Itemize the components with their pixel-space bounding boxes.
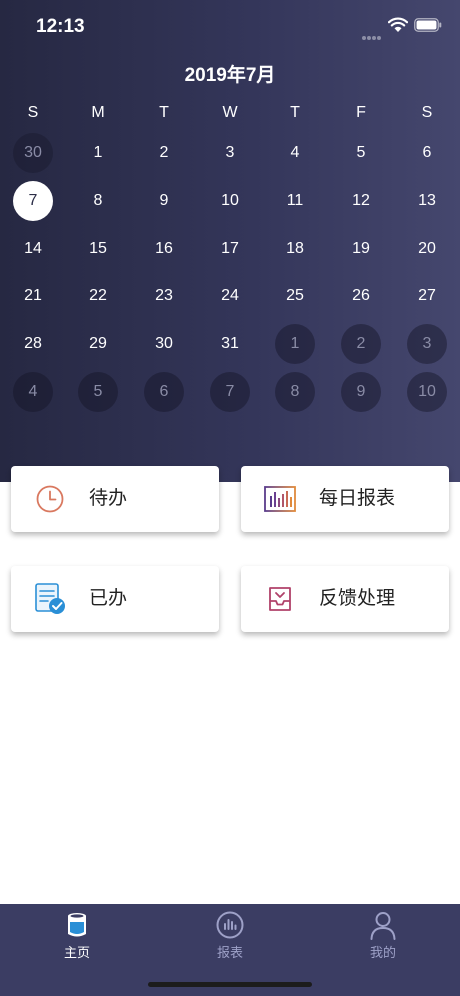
done-label: 已办 — [89, 588, 128, 609]
report-chart-icon — [216, 911, 244, 939]
calendar-day[interactable]: 3 — [210, 133, 250, 173]
calendar-day[interactable]: 25 — [275, 276, 315, 316]
feedback-label: 反馈处理 — [319, 588, 396, 609]
calendar-header: 12:13 2019年7月 S M T W T F S 30 1 2 3 4 5… — [0, 0, 460, 482]
calendar-day[interactable]: 16 — [144, 229, 184, 269]
weekday-label: T — [159, 104, 169, 121]
calendar-day-next-month[interactable]: 6 — [144, 372, 184, 412]
calendar-day-next-month[interactable]: 8 — [275, 372, 315, 412]
calendar-day[interactable]: 2 — [144, 133, 184, 173]
calendar-day[interactable]: 26 — [341, 276, 381, 316]
tab-home[interactable]: 主页 — [37, 910, 117, 961]
clock-icon — [36, 485, 64, 513]
weekday-label: T — [290, 104, 300, 121]
calendar-day[interactable]: 5 — [341, 133, 381, 173]
cellular-signal-icon — [362, 27, 384, 40]
daily-report-card[interactable]: 每日报表 — [241, 466, 449, 532]
calendar-day[interactable]: 15 — [78, 229, 118, 269]
status-time: 12:13 — [36, 16, 85, 37]
month-title: 2019年7月 — [184, 65, 276, 86]
document-check-icon — [35, 583, 65, 614]
daily-report-label: 每日报表 — [319, 488, 396, 509]
app-screen: 12:13 2019年7月 S M T W T F S 30 1 2 3 4 5… — [0, 0, 460, 996]
calendar-day-next-month[interactable]: 3 — [407, 324, 447, 364]
weekday-label: M — [91, 104, 105, 121]
calendar-day-next-month[interactable]: 1 — [275, 324, 315, 364]
tab-report-label: 报表 — [216, 945, 243, 960]
bar-chart-icon — [264, 486, 296, 512]
calendar-day-next-month[interactable]: 10 — [407, 372, 447, 412]
tab-home-label: 主页 — [63, 945, 90, 960]
home-bucket-icon — [68, 913, 86, 937]
calendar-day-next-month[interactable]: 9 — [341, 372, 381, 412]
done-card[interactable]: 已办 — [11, 566, 219, 632]
calendar-day[interactable]: 9 — [144, 181, 184, 221]
calendar-day[interactable]: 31 — [210, 324, 250, 364]
calendar-day-next-month[interactable]: 5 — [78, 372, 118, 412]
calendar-day[interactable]: 1 — [78, 133, 118, 173]
calendar-day[interactable]: 20 — [407, 229, 447, 269]
calendar-day[interactable]: 21 — [13, 276, 53, 316]
calendar-day[interactable]: 12 — [341, 181, 381, 221]
weekday-label: F — [356, 104, 366, 121]
calendar-day[interactable]: 29 — [78, 324, 118, 364]
calendar-day[interactable]: 17 — [210, 229, 250, 269]
todo-card[interactable]: 待办 — [11, 466, 219, 532]
battery-icon — [414, 18, 442, 32]
tab-report[interactable]: 报表 — [190, 910, 270, 961]
weekday-label: S — [421, 104, 433, 121]
calendar-day[interactable]: 19 — [341, 229, 381, 269]
calendar-day[interactable]: 6 — [407, 133, 447, 173]
calendar-day[interactable]: 24 — [210, 276, 250, 316]
calendar-day-selected[interactable]: 7 — [13, 181, 53, 221]
weekday-label: S — [27, 104, 39, 121]
weekday-label: W — [222, 104, 238, 121]
calendar-day-prev-month[interactable]: 30 — [13, 133, 53, 173]
calendar-day[interactable]: 30 — [144, 324, 184, 364]
calendar-day-next-month[interactable]: 2 — [341, 324, 381, 364]
weekday-header-row: S M T W T F S — [0, 104, 460, 124]
calendar-day[interactable]: 4 — [275, 133, 315, 173]
wifi-icon — [388, 17, 408, 32]
calendar-day[interactable]: 10 — [210, 181, 250, 221]
home-indicator — [148, 982, 312, 987]
calendar-day[interactable]: 13 — [407, 181, 447, 221]
status-bar: 12:13 — [0, 0, 460, 54]
tab-mine[interactable]: 我的 — [343, 910, 423, 961]
calendar-day-next-month[interactable]: 4 — [13, 372, 53, 412]
calendar-day[interactable]: 8 — [78, 181, 118, 221]
tab-mine-label: 我的 — [369, 945, 396, 960]
calendar-day[interactable]: 14 — [13, 229, 53, 269]
inbox-icon — [269, 587, 291, 611]
calendar-day[interactable]: 23 — [144, 276, 184, 316]
user-profile-icon — [370, 912, 396, 940]
calendar-day[interactable]: 28 — [13, 324, 53, 364]
todo-label: 待办 — [89, 488, 128, 509]
calendar-day[interactable]: 18 — [275, 229, 315, 269]
calendar-day-next-month[interactable]: 7 — [210, 372, 250, 412]
calendar-day[interactable]: 22 — [78, 276, 118, 316]
feedback-card[interactable]: 反馈处理 — [241, 566, 449, 632]
calendar-day[interactable]: 11 — [275, 181, 315, 221]
calendar-day[interactable]: 27 — [407, 276, 447, 316]
